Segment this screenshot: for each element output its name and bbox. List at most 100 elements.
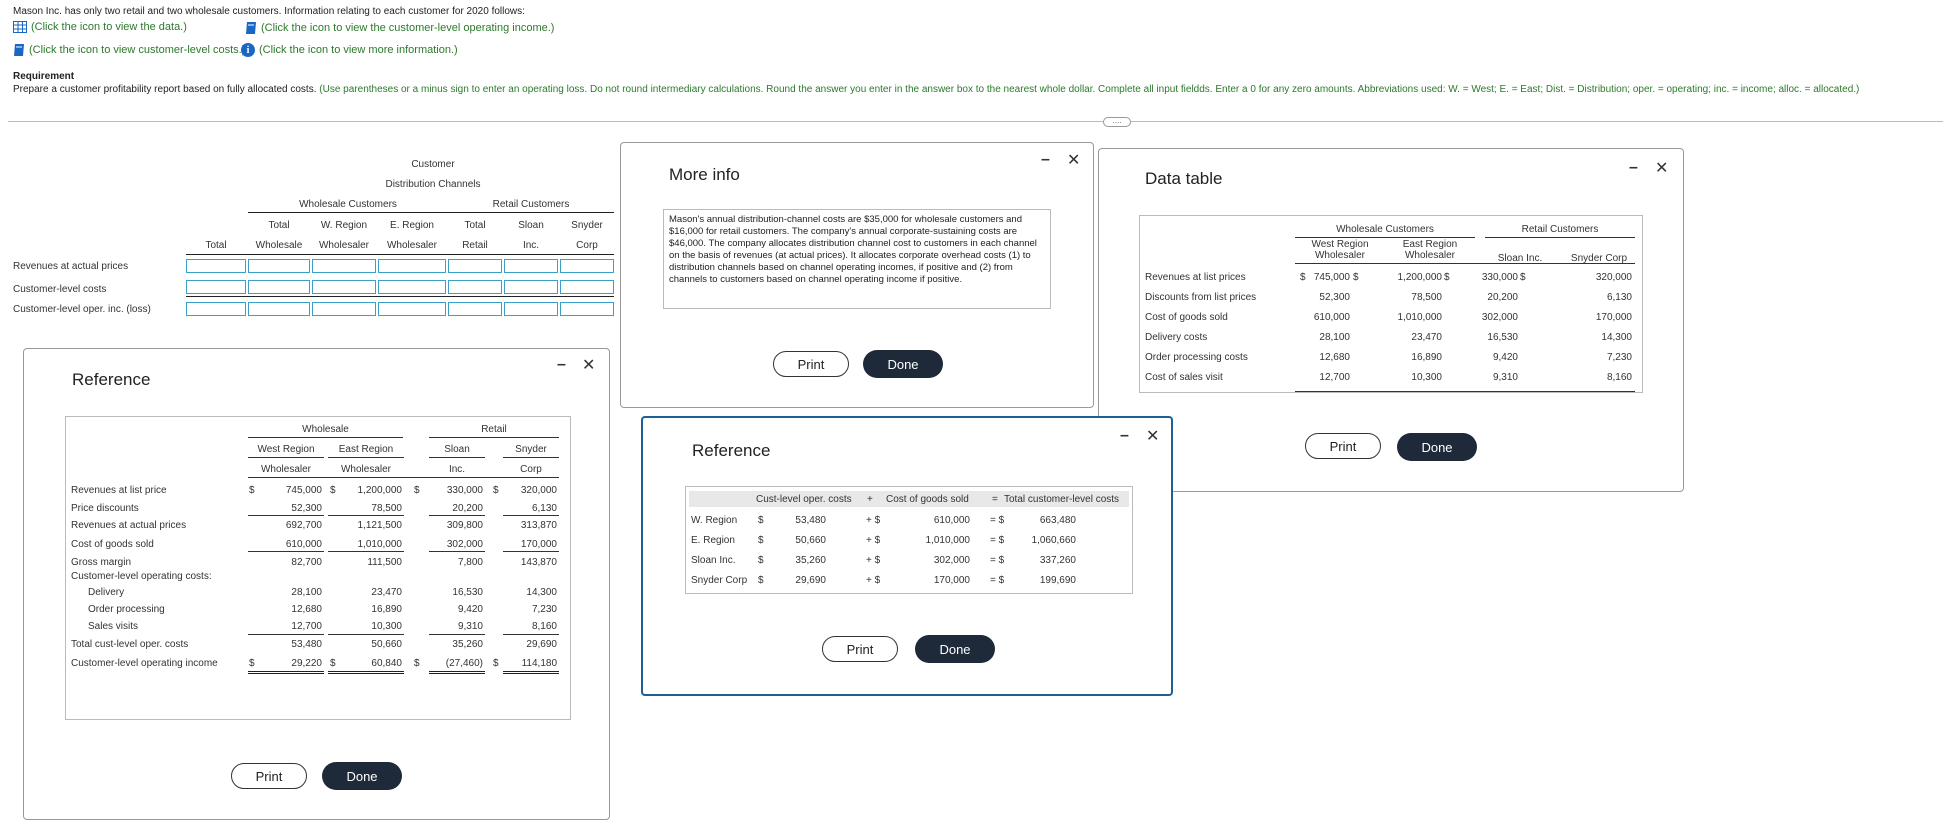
dollar-sign: $ [1520,272,1526,283]
data-table-dialog: Data table – ✕ Wholesale Customers Retai… [1098,148,1684,492]
row-label-revenues: Revenues at actual prices [13,261,129,272]
header-plus: + [867,494,873,505]
sum-rule [503,551,559,552]
dollar-sign: $ [1300,272,1306,283]
col-totalwh-l2: Wholesale [255,240,303,251]
print-button[interactable]: Print [773,351,849,377]
close-icon[interactable]: ✕ [582,355,595,375]
total-cost: 663,480 [1039,515,1076,526]
input-revenues-total-retail[interactable] [448,259,502,273]
close-icon[interactable]: ✕ [1146,426,1159,446]
input-costs-snyder[interactable] [560,280,614,294]
done-button[interactable]: Done [915,635,995,663]
sum-rule [429,551,485,552]
cell-value: 313,870 [520,520,557,531]
close-icon[interactable]: ✕ [1067,150,1080,170]
print-button[interactable]: Print [1305,433,1381,459]
row-label: Customer-level operating income [71,658,218,669]
cust-level-cost: 29,690 [795,575,826,586]
rule [429,457,485,458]
input-costs-e-region[interactable] [378,280,446,294]
row-label: Revenues at list prices [1145,272,1246,283]
cell-value: 610,000 [1313,312,1350,323]
header-wholesale: Wholesale [302,424,349,435]
eq-dollar: = $ [990,575,1005,586]
input-revenues-sloan[interactable] [504,259,558,273]
cell-value: 14,300 [526,587,557,598]
row-label: Customer-level operating costs: [71,571,212,582]
view-income-label[interactable]: (Click the icon to view the customer-lev… [261,22,554,34]
input-revenues-total-wholesale[interactable] [248,259,310,273]
input-revenues-e-region[interactable] [378,259,446,273]
dollar-sign: $ [330,485,336,496]
input-operinc-total[interactable] [186,302,246,316]
cell-value: 23,470 [371,587,402,598]
dialog-title: Reference [692,441,771,460]
col-wreg-l1: W. Region [320,220,368,231]
input-operinc-snyder[interactable] [560,302,614,316]
cell-value: 111,500 [367,557,402,568]
dollar-sign: $ [249,485,255,496]
input-operinc-total-wholesale[interactable] [248,302,310,316]
cell-value: 302,000 [446,539,483,550]
minimize-icon[interactable]: – [1120,427,1129,445]
divider-handle[interactable]: .... [1103,117,1131,127]
input-costs-total-wholesale[interactable] [248,280,310,294]
document-icon[interactable] [245,21,257,35]
input-operinc-total-retail[interactable] [448,302,502,316]
cust-level-cost: 53,480 [795,515,826,526]
cell-value: 29,220 [291,658,322,669]
input-costs-total[interactable] [186,280,246,294]
dollar-sign: $ [249,658,255,669]
row-label: Cost of goods sold [71,539,154,550]
bottom-rule [1295,391,1635,392]
cell-value: 78,500 [371,503,402,514]
print-button[interactable]: Print [231,763,307,789]
input-costs-w-region[interactable] [312,280,376,294]
col-snyder-l1: Snyder [515,444,547,455]
close-icon[interactable]: ✕ [1655,158,1668,178]
sum-rule [248,551,324,552]
sum-rule [248,634,324,635]
minimize-icon[interactable]: – [1629,159,1638,177]
input-operinc-sloan[interactable] [504,302,558,316]
reference-dialog-left: Reference – ✕ Wholesale Retail West Regi… [23,348,610,820]
input-costs-sloan[interactable] [504,280,558,294]
double-rule [429,671,485,674]
input-revenues-total[interactable] [186,259,246,273]
input-operinc-w-region[interactable] [312,302,376,316]
table-icon[interactable] [13,21,27,33]
minimize-icon[interactable]: – [1041,151,1050,169]
row-label: Delivery costs [1145,332,1208,343]
sum-rule [328,551,404,552]
view-data-link[interactable]: (Click the icon to view the data.) [13,21,187,33]
view-costs-link[interactable]: (Click the icon to view customer-level c… [13,43,245,57]
subtotal-rule [186,296,614,297]
done-button[interactable]: Done [863,350,943,378]
info-icon[interactable]: i [241,43,255,57]
minimize-icon[interactable]: – [557,356,566,374]
dollar-sign: $ [1353,272,1359,283]
done-button[interactable]: Done [1397,433,1477,461]
row-label: Gross margin [71,557,132,568]
cell-value: 330,000 [446,485,483,496]
input-revenues-w-region[interactable] [312,259,376,273]
dollar-sign: $ [1444,272,1450,283]
cell-value: 12,680 [1319,352,1350,363]
input-operinc-e-region[interactable] [378,302,446,316]
view-income-link[interactable]: (Click the icon to view the customer-lev… [245,21,554,35]
more-info-text: Mason's annual distribution-channel cost… [663,209,1051,309]
cell-value: 50,660 [371,639,402,650]
row-label: Discounts from list prices [1145,292,1257,303]
input-revenues-snyder[interactable] [560,259,614,273]
view-data-label[interactable]: (Click the icon to view the data.) [31,21,187,33]
document-icon[interactable] [13,43,25,57]
input-costs-total-retail[interactable] [448,280,502,294]
requirement-text: Prepare a customer profitability report … [13,84,1859,95]
view-info-label[interactable]: (Click the icon to view more information… [259,44,458,56]
dollar-sign: $ [493,485,499,496]
view-costs-label[interactable]: (Click the icon to view customer-level c… [29,44,245,56]
done-button[interactable]: Done [322,762,402,790]
print-button[interactable]: Print [822,636,898,662]
view-info-link[interactable]: i (Click the icon to view more informati… [241,43,458,57]
